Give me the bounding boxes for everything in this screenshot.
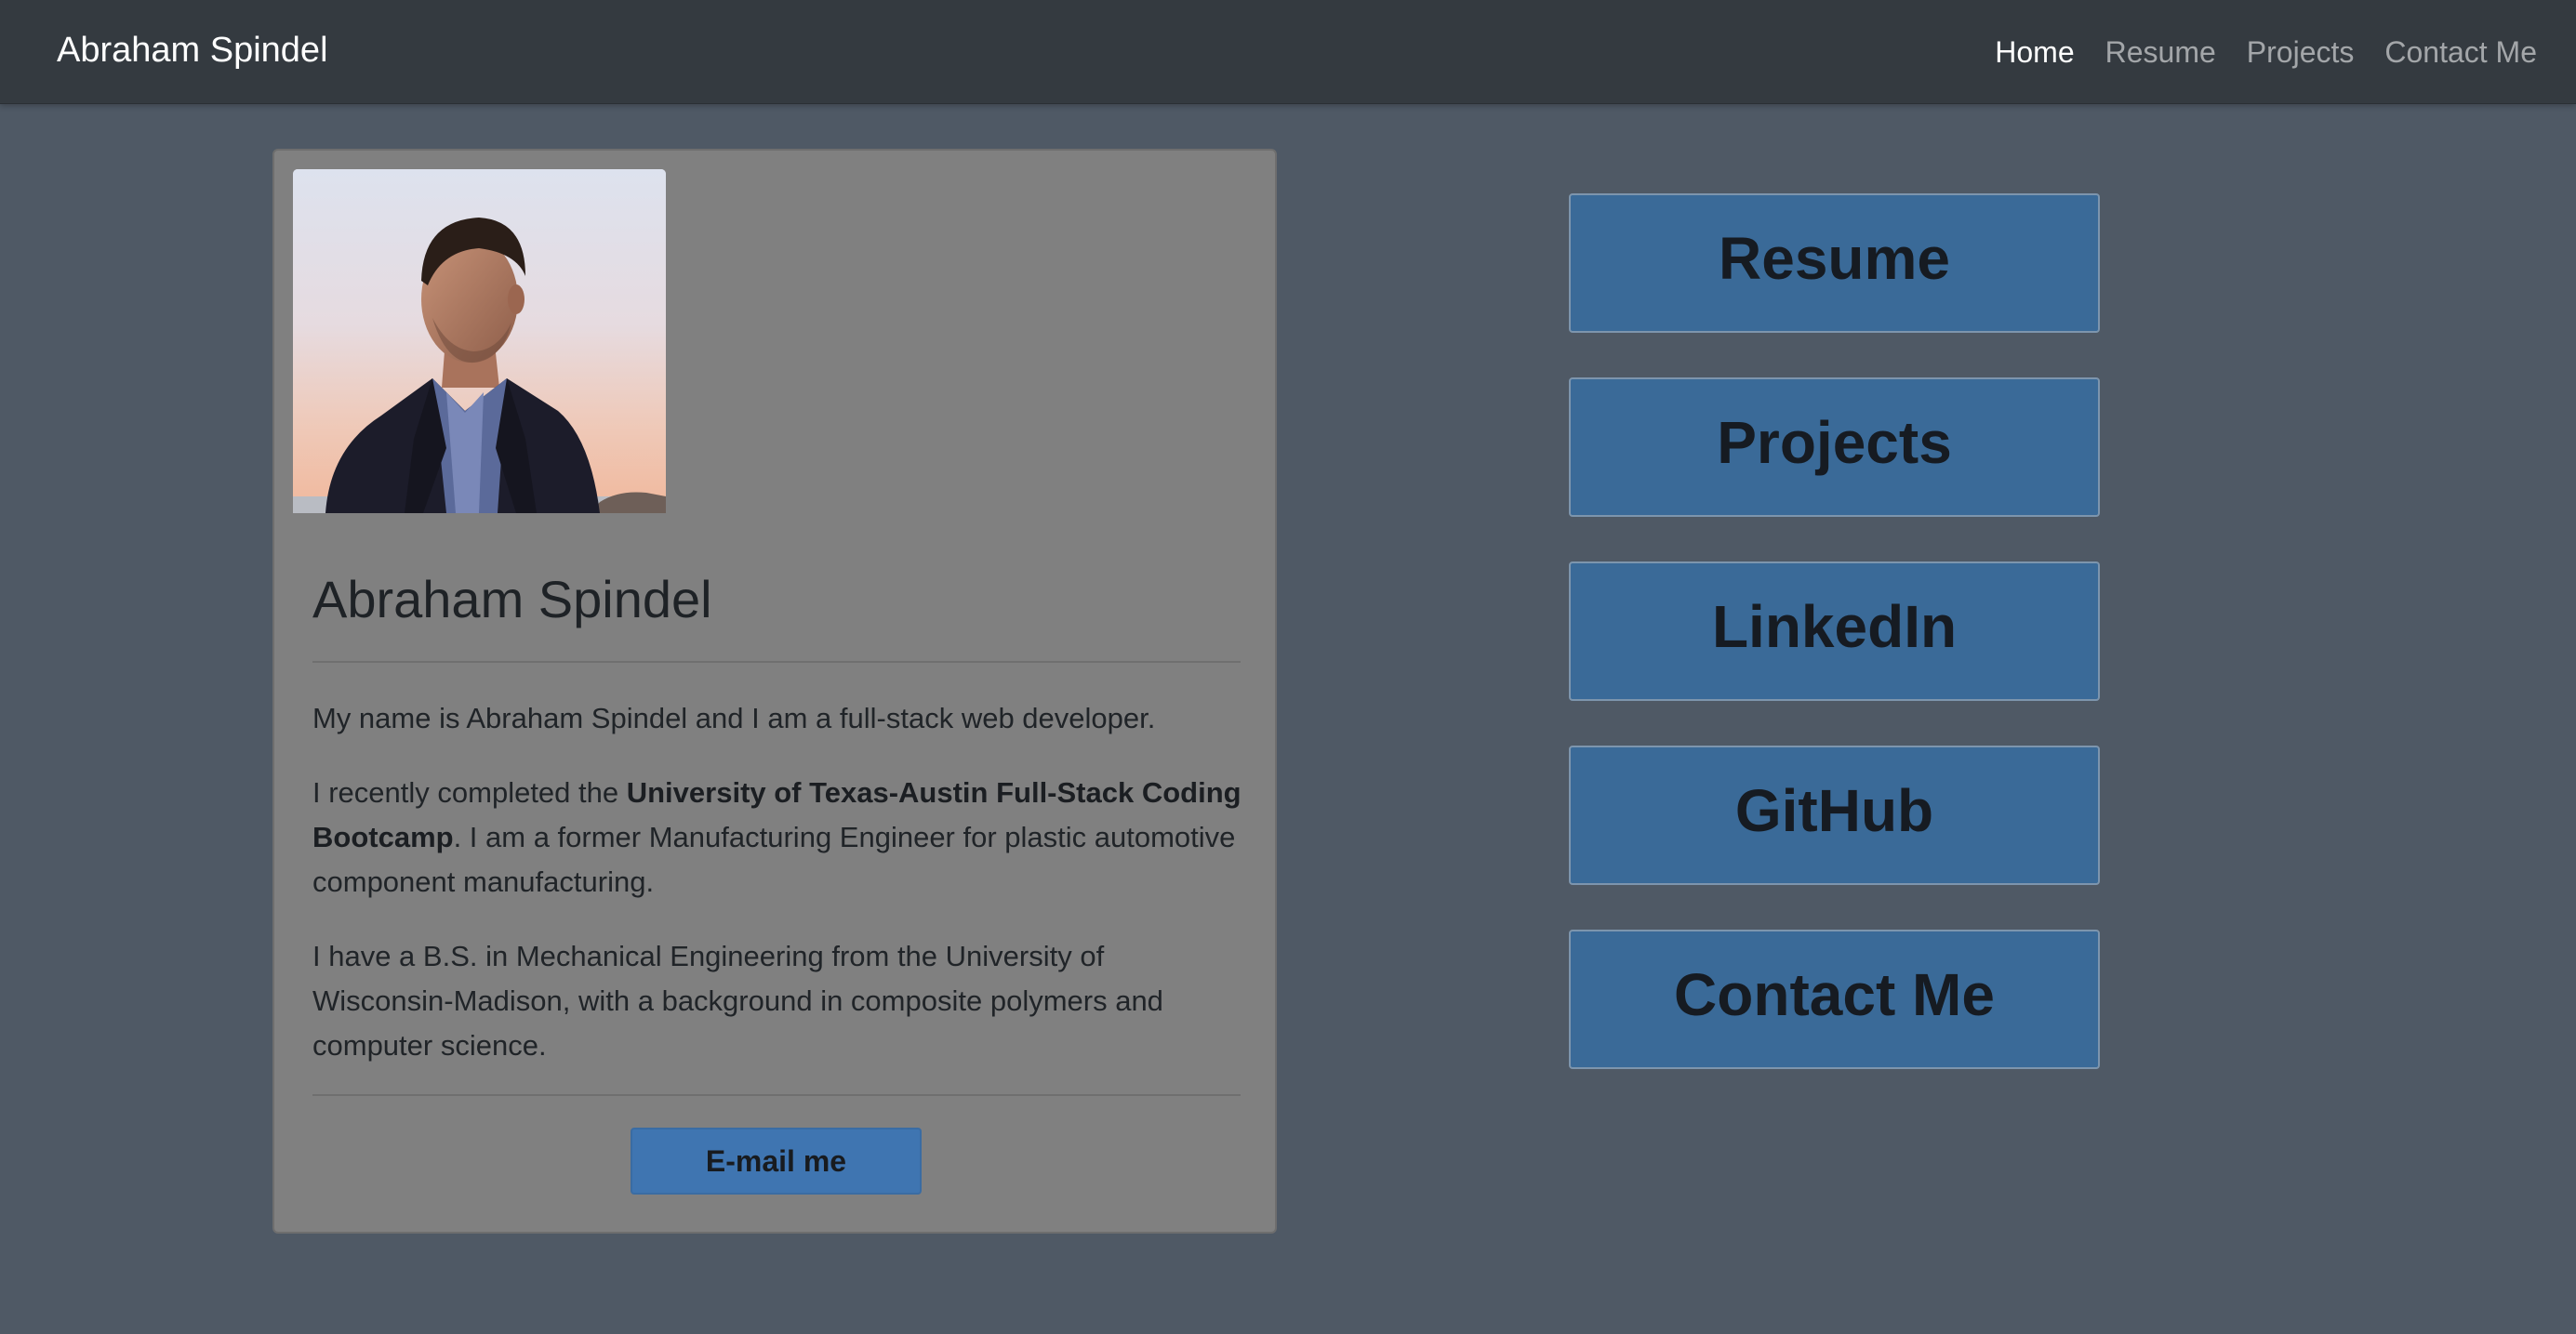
bootcamp-prefix: I recently completed the [312,776,627,809]
email-me-button[interactable]: E-mail me [631,1128,922,1195]
resume-link-button[interactable]: Resume [1569,193,2100,333]
profile-card: Abraham Spindel My name is Abraham Spind… [272,149,1277,1234]
nav-link-home[interactable]: Home [1995,33,2074,71]
nav-link-contact[interactable]: Contact Me [2384,33,2537,71]
bootcamp-text: I recently completed the University of T… [312,771,1242,905]
profile-name: Abraham Spindel [312,570,712,628]
intro-text: My name is Abraham Spindel and I am a fu… [312,702,1156,734]
quick-links: Resume Projects LinkedIn GitHub Contact … [1569,193,2100,1114]
linkedin-link-button[interactable]: LinkedIn [1569,561,2100,701]
nav-link-projects[interactable]: Projects [2247,33,2355,71]
contact-me-link-button[interactable]: Contact Me [1569,930,2100,1069]
nav-menu: Home Resume Projects Contact Me [1964,33,2537,71]
education-text: I have a B.S. in Mechanical Engineering … [312,940,1163,1062]
github-link-button[interactable]: GitHub [1569,746,2100,885]
navbar-brand[interactable]: Abraham Spindel [57,30,328,71]
projects-link-button[interactable]: Projects [1569,377,2100,517]
profile-photo [293,169,666,513]
nav-link-resume[interactable]: Resume [2105,33,2216,71]
top-navbar: Abraham Spindel Home Resume Projects Con… [0,0,2576,104]
divider [312,661,1241,663]
divider [312,1094,1241,1096]
